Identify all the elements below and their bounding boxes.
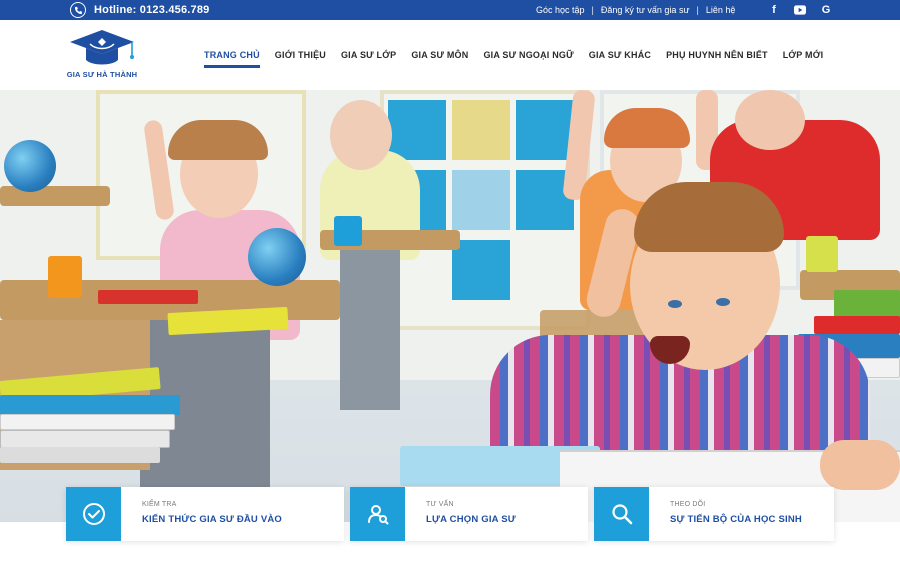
book: [0, 447, 160, 463]
feature-box-track[interactable]: THEO DÕI SỰ TIẾN BỘ CỦA HỌC SINH: [594, 487, 834, 541]
hotline-text: Hotline: 0123.456.789: [94, 4, 210, 16]
check-circle-icon: [66, 487, 121, 541]
google-icon[interactable]: G: [820, 4, 832, 16]
book: [98, 290, 198, 304]
header: GIA SƯ HÀ THÀNH TRANG CHỦ GIỚI THIỆU GIA…: [0, 20, 900, 90]
divider: |: [591, 5, 594, 15]
feature-subtitle: KIỂM TRA: [142, 501, 177, 508]
page: Hotline: 0123.456.789 Góc học tập | Đăng…: [0, 0, 900, 565]
boy-eye: [668, 300, 682, 308]
divider: |: [696, 5, 699, 15]
feature-subtitle: TƯ VẤN: [426, 501, 454, 508]
student-head: [735, 90, 805, 150]
shelf-cubby: [452, 240, 510, 300]
nav-item-new-classes[interactable]: LỚP MỚI: [783, 50, 824, 60]
boy-hand: [820, 440, 900, 490]
graduation-cap-icon: [70, 30, 134, 65]
feature-subtitle: THEO DÕI: [670, 501, 706, 508]
student-hair: [168, 120, 268, 160]
logo-text: GIA SƯ HÀ THÀNH: [66, 70, 138, 79]
user-search-icon: [350, 487, 405, 541]
book: [0, 414, 175, 430]
phone-icon: [70, 2, 86, 18]
nav-item-home[interactable]: TRANG CHỦ: [204, 50, 260, 68]
nav-item-tutor-by-grade[interactable]: GIA SƯ LỚP: [341, 50, 396, 60]
student-head: [330, 100, 392, 170]
pencil-cup: [334, 216, 362, 246]
top-link-study-corner[interactable]: Góc học tập: [536, 5, 585, 15]
desk: [0, 186, 110, 206]
pencil-cup: [806, 236, 838, 272]
youtube-icon[interactable]: [794, 4, 806, 16]
globe: [248, 228, 306, 286]
shelf-cubby: [388, 100, 446, 160]
feature-title: LỰA CHỌN GIA SƯ: [426, 514, 516, 525]
globe: [4, 140, 56, 192]
hotline[interactable]: Hotline: 0123.456.789: [70, 0, 209, 20]
top-link-register-tutor[interactable]: Đăng ký tư vấn gia sư: [601, 5, 690, 15]
main-nav: TRANG CHỦ GIỚI THIỆU GIA SƯ LỚP GIA SƯ M…: [204, 20, 838, 90]
top-link-contact[interactable]: Liên hệ: [706, 5, 736, 15]
nav-item-language-tutor[interactable]: GIA SƯ NGOẠI NGỮ: [483, 50, 573, 60]
student-hair: [604, 108, 690, 148]
book: [0, 395, 180, 415]
book: [0, 430, 170, 448]
top-links: Góc học tập | Đăng ký tư vấn gia sư | Li…: [536, 0, 735, 20]
nav-item-tutor-by-subject[interactable]: GIA SƯ MÔN: [411, 50, 468, 60]
feature-title: SỰ TIẾN BỘ CỦA HỌC SINH: [670, 514, 802, 525]
shelf-cubby: [452, 170, 510, 230]
search-icon: [594, 487, 649, 541]
facebook-icon[interactable]: f: [768, 4, 780, 16]
nav-item-parents-guide[interactable]: PHỤ HUYNH NÊN BIẾT: [666, 50, 768, 60]
feature-title: KIẾN THỨC GIA SƯ ĐẦU VÀO: [142, 514, 283, 525]
logo[interactable]: GIA SƯ HÀ THÀNH: [62, 26, 142, 82]
boy-hair: [634, 182, 784, 252]
feature-box-consult[interactable]: TƯ VẤN LỰA CHỌN GIA SƯ: [350, 487, 588, 541]
hero-banner-image: [0, 90, 900, 522]
shelf-cubby: [516, 100, 574, 160]
top-bar: Hotline: 0123.456.789 Góc học tập | Đăng…: [0, 0, 900, 20]
nav-item-about[interactable]: GIỚI THIỆU: [275, 50, 326, 60]
shelf-cubby: [452, 100, 510, 160]
boy-eye: [716, 298, 730, 306]
chair: [340, 250, 400, 410]
social-links: f G: [768, 0, 832, 20]
nav-item-other-tutor[interactable]: GIA SƯ KHÁC: [589, 50, 651, 60]
pencil-cup: [48, 256, 82, 298]
feature-box-check[interactable]: KIỂM TRA KIẾN THỨC GIA SƯ ĐẦU VÀO: [66, 487, 344, 541]
book: [814, 316, 900, 334]
